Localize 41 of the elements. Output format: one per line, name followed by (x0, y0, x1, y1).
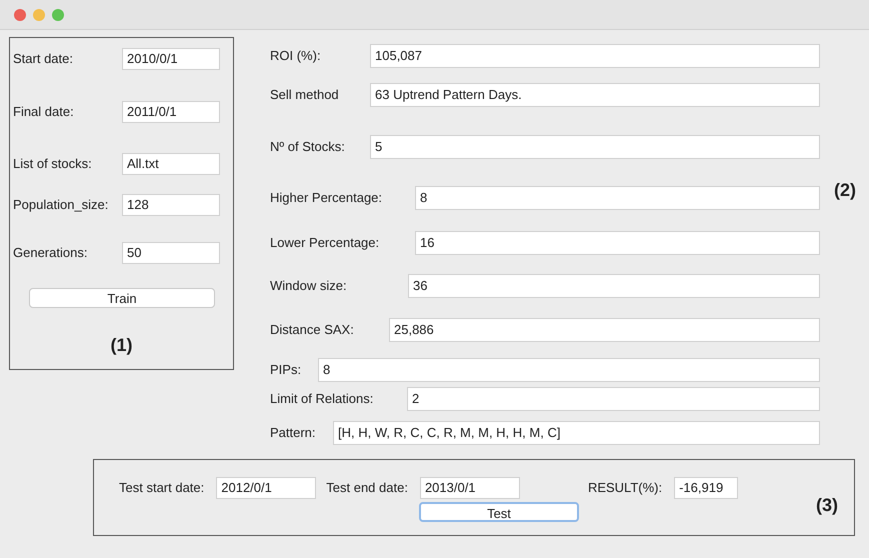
field-label: Distance SAX: (270, 321, 355, 340)
field-label: Final date: (13, 103, 75, 122)
field-label: Test start date: (119, 479, 204, 498)
field-label: Pattern: (270, 424, 317, 442)
field-label: Sell method (270, 86, 340, 104)
field-label: Limit of Relations: (270, 390, 374, 408)
field-label: Generations: (13, 244, 88, 262)
section-marker: (2) (834, 179, 856, 202)
input-field[interactable]: 63 Uptrend Pattern Days. (370, 83, 820, 107)
field-label: Start date: (13, 50, 74, 68)
input-field[interactable]: 16 (415, 231, 820, 255)
input-field[interactable]: 2013/0/1 (420, 477, 520, 499)
input-field[interactable]: 25,886 (389, 318, 820, 342)
field-label: Test end date: (326, 479, 408, 498)
test-button[interactable]: Test (419, 502, 579, 522)
field-label: Window size: (270, 277, 348, 296)
field-label: Population_size: (13, 196, 110, 214)
input-field[interactable]: 128 (122, 194, 220, 216)
field-label: Lower Percentage: (270, 234, 380, 252)
input-field[interactable]: 8 (318, 358, 820, 382)
input-field[interactable]: -16,919 (674, 477, 738, 499)
input-field[interactable]: 105,087 (370, 44, 820, 68)
train-button[interactable]: Train (29, 288, 215, 308)
field-label: PIPs: (270, 361, 302, 380)
input-field[interactable]: 2 (407, 387, 820, 411)
field-label: ROI (%): (270, 47, 322, 66)
input-field[interactable]: 2012/0/1 (216, 477, 316, 499)
input-field[interactable]: 50 (122, 242, 220, 264)
input-field[interactable]: 8 (415, 186, 820, 210)
section-marker: (1) (110, 334, 132, 357)
input-field[interactable]: 2010/0/1 (122, 48, 220, 70)
field-label: RESULT(%): (588, 479, 662, 498)
input-field[interactable]: All.txt (122, 153, 220, 175)
field-label: List of stocks: (13, 155, 93, 174)
field-label: Higher Percentage: (270, 189, 384, 208)
section-marker: (3) (816, 494, 838, 517)
input-field[interactable]: 5 (370, 135, 820, 159)
input-field[interactable]: 2011/0/1 (122, 101, 220, 123)
input-field[interactable]: [H, H, W, R, C, C, R, M, M, H, H, M, C] (333, 421, 820, 445)
input-field[interactable]: 36 (408, 274, 820, 298)
field-label: Nº of Stocks: (270, 138, 346, 156)
